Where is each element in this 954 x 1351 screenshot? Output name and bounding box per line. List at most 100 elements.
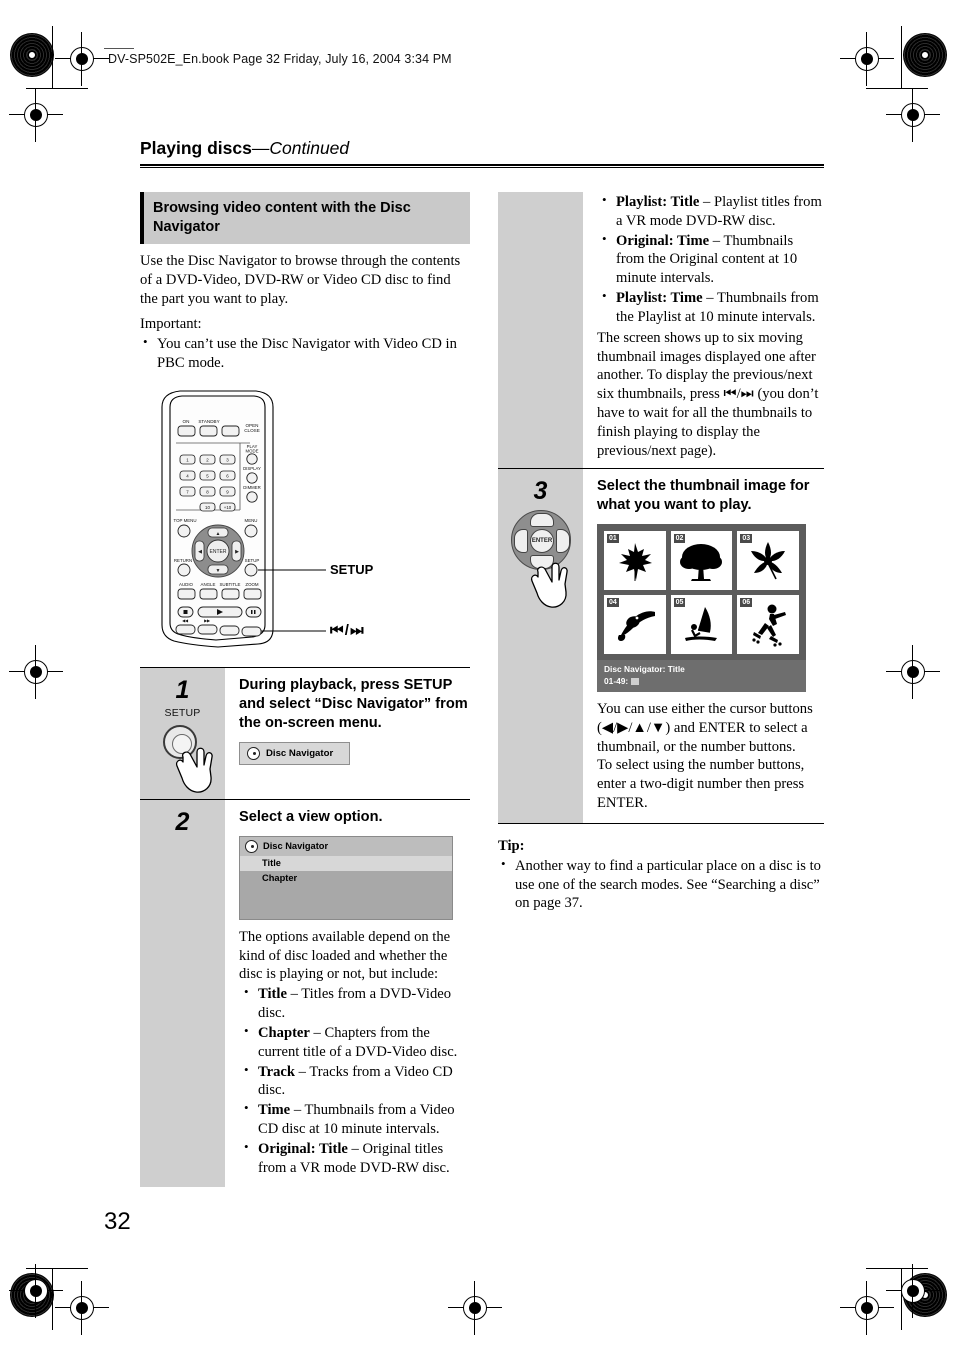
running-head-main: Playing discs <box>140 138 252 158</box>
osd-page-indicator-icon <box>630 677 639 685</box>
crop-mark-top-right-h <box>866 88 928 89</box>
step-2-description: The options available depend on the kind… <box>239 928 451 983</box>
option-term: Chapter <box>258 1024 310 1041</box>
panel-item-title[interactable]: Title <box>240 855 452 871</box>
step-3-row: 3 ENTER Select the thumbnail image for w… <box>498 468 824 823</box>
thumbnail-badge: 04 <box>607 598 619 608</box>
svg-text:ZOOM: ZOOM <box>245 582 259 587</box>
svg-text:+10: +10 <box>224 505 232 510</box>
registration-target-left-mid <box>9 645 63 699</box>
thumbnail-badge: 06 <box>740 598 753 608</box>
thumbnail-badge: 02 <box>673 534 686 544</box>
setup-button-label: SETUP <box>164 706 201 719</box>
option-term: Playlist: Title <box>616 194 700 210</box>
step-1-row: 1 SETUP During playback, press SETUP and… <box>140 666 470 799</box>
option-term: Original: Time <box>616 232 710 249</box>
list-item: Playlist: Time – Thumbnails from the Pla… <box>597 288 824 327</box>
disc-navigator-panel-title: Disc Navigator <box>240 836 452 856</box>
step-2-number: 2 <box>175 807 190 836</box>
step-2-title: Select a view option. <box>239 808 383 825</box>
document-slug: DV-SP502E_En.book Page 32 Friday, July 1… <box>108 52 452 66</box>
thumbnail-badge: 03 <box>740 534 753 544</box>
svg-text:SETUP: SETUP <box>245 558 260 563</box>
setup-button-art: SETUP <box>140 707 225 799</box>
svg-text:AUDIO: AUDIO <box>179 582 193 587</box>
thumbnail-cell[interactable]: 04 <box>604 595 666 655</box>
osd-caption-range: 01-49: <box>604 675 629 686</box>
step-3-body: Select the thumbnail image for what you … <box>583 469 824 823</box>
section-intro: Use the Disc Navigator to browse through… <box>140 253 461 307</box>
crop-mark-top-right-v <box>901 26 902 88</box>
step-1-body: During playback, press SETUP and select … <box>225 668 470 799</box>
step-3-number: 3 <box>533 477 548 506</box>
view-options-list-continued: Playlist: Title – Playlist titles from a… <box>597 192 824 327</box>
disc-navigator-panel: Disc Navigator Title Chapter <box>239 835 453 920</box>
osd-disc-navigator-chip[interactable]: Disc Navigator <box>239 741 351 765</box>
list-item: Track – Tracks from a Video CD disc. <box>239 1062 470 1101</box>
running-head-continued: —Continued <box>251 138 350 158</box>
list-item: Original: Title – Original titles from a… <box>239 1139 470 1178</box>
thumbnail-badge: 05 <box>673 598 686 608</box>
registration-target-top-left <box>55 32 109 86</box>
svg-text:DISPLAY: DISPLAY <box>243 466 261 471</box>
right-column: Playlist: Title – Playlist titles from a… <box>498 192 824 913</box>
remote-control-svg: ON STANDBY OPEN CLOSE 1 2 3 4 5 6 7 8 9 … <box>161 390 326 648</box>
registration-rosette-top-right <box>903 33 947 77</box>
disc-icon <box>245 839 258 853</box>
panel-title-label: Disc Navigator <box>263 841 329 852</box>
page-root: DV-SP502E_En.book Page 32 Friday, July 1… <box>0 0 954 1351</box>
crop-mark-bottom-left-v <box>52 1268 53 1330</box>
registration-target-right-mid <box>886 645 940 699</box>
list-item: You can’t use the Disc Navigator with Vi… <box>140 334 470 373</box>
registration-target-left-lower <box>9 1264 63 1318</box>
option-term: Title <box>258 986 287 1003</box>
section-heading: Browsing video content with the Disc Nav… <box>144 192 470 245</box>
svg-text:RETURN: RETURN <box>174 558 192 563</box>
svg-text:▶: ▶ <box>235 549 239 555</box>
svg-text:ENTER: ENTER <box>210 549 227 555</box>
registration-target-bottom-center <box>448 1281 502 1335</box>
option-term: Track <box>258 1063 296 1080</box>
callout-skip-label: ⏮ / ⏭ <box>330 621 364 639</box>
page-number: 32 <box>104 1208 131 1235</box>
crop-mark-bottom-left-h <box>26 1268 88 1269</box>
step-1-title: During playback, press SETUP and select … <box>239 676 468 731</box>
svg-text:CLOSE: CLOSE <box>244 428 260 433</box>
tip-list: Another way to find a particular place o… <box>498 856 824 913</box>
important-label: Important: <box>140 315 202 332</box>
thumbnail-badge: 01 <box>607 534 619 544</box>
thumbnail-cell[interactable]: 01 <box>604 531 666 591</box>
tree-icon <box>680 543 723 581</box>
lily-flower-icon <box>751 541 786 580</box>
list-item: Original: Time – Thumbnails from the Ori… <box>597 231 824 288</box>
step-2-number-col: 2 <box>140 799 225 1188</box>
cursor-left-icon <box>514 529 528 554</box>
crop-mark-bottom-right-h <box>866 1268 928 1269</box>
list-item: Title – Titles from a DVD-Video disc. <box>239 984 470 1023</box>
osd-caption: Disc Navigator: Title 01-49: <box>597 660 806 692</box>
registration-target-right-upper <box>886 88 940 142</box>
svg-text:▼: ▼ <box>216 568 221 574</box>
step-3-title: Select the thumbnail image for what you … <box>597 478 810 514</box>
step-3-description-1: You can use either the cursor buttons (◀… <box>597 701 813 755</box>
step-1-number-col: 1 SETUP <box>140 667 225 799</box>
tip-block: Tip: Another way to find a particular pl… <box>498 838 824 913</box>
registration-rosette-top-left <box>10 33 54 77</box>
page-title: Playing discs—Continued <box>140 138 824 159</box>
panel-item-chapter[interactable]: Chapter <box>240 871 452 886</box>
enter-button-icon: ENTER <box>530 529 554 554</box>
svg-text:MENU: MENU <box>245 518 258 523</box>
list-item: Chapter – Chapters from the current titl… <box>239 1023 470 1062</box>
thumbnail-cell[interactable]: 05 <box>670 595 733 655</box>
thumbnail-cell[interactable]: 03 <box>737 531 799 591</box>
option-desc: – Titles from a DVD-Video disc. <box>258 986 452 1022</box>
step-2-after-options: The screen shows up to six moving thumbn… <box>597 329 819 459</box>
registration-target-bottom-right <box>840 1281 894 1335</box>
list-item: Time – Thumbnails from a Video CD disc a… <box>239 1100 470 1139</box>
crop-mark-top-left-v <box>52 26 53 88</box>
thumbnail-cell[interactable]: 06 <box>737 595 799 655</box>
thumbnail-cell[interactable]: 02 <box>670 531 733 591</box>
cursor-right-icon <box>556 529 570 554</box>
svg-text:TOP MENU: TOP MENU <box>173 518 196 523</box>
svg-text:SUBTITLE: SUBTITLE <box>220 582 241 587</box>
